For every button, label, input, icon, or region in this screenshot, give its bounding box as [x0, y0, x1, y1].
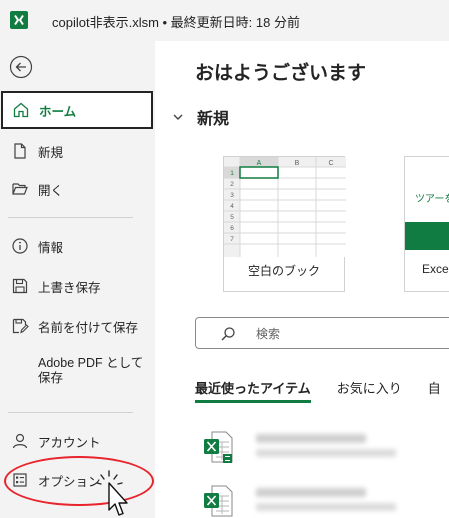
column-header: C: [328, 160, 333, 167]
blank-workbook-label: 空白のブック: [247, 264, 320, 278]
column-header: B: [295, 160, 300, 167]
sidebar-item-label: 開く: [38, 183, 64, 198]
tab-favorites[interactable]: お気に入り: [337, 378, 402, 401]
excel-logo-icon: [10, 11, 28, 29]
title-bar: copilot非表示.xlsm • 最終更新日時: 18 分前: [0, 0, 449, 41]
mouse-pointer-icon: [96, 470, 128, 516]
info-icon: [12, 238, 28, 254]
row-header: 7: [230, 236, 234, 243]
tab-shared[interactable]: 自: [428, 378, 441, 401]
divider: [8, 217, 133, 218]
tour-preview-banner: [405, 222, 449, 250]
sidebar-item-label: 新規: [38, 145, 64, 160]
window-title: copilot非表示.xlsm • 最終更新日時: 18 分前: [52, 15, 300, 30]
sidebar-item-home[interactable]: ホーム: [1, 91, 153, 129]
row-header: 6: [230, 225, 234, 232]
open-folder-icon: [12, 183, 28, 195]
recent-file-row[interactable]: [202, 484, 449, 518]
search-icon: [221, 327, 235, 341]
sidebar-item-label: 情報: [38, 240, 64, 255]
blurred-file-name: [256, 488, 366, 497]
back-arrow-icon[interactable]: [9, 55, 33, 79]
sidebar-item-save-as[interactable]: 名前を付けて保存: [0, 307, 155, 345]
excel-file-icon: [204, 431, 233, 463]
sidebar-item-label: 名前を付けて保存: [38, 320, 139, 335]
divider: [8, 412, 133, 413]
home-icon: [13, 102, 29, 118]
save-icon: [12, 278, 28, 294]
backstage-sidebar: ホーム 新規 開く 情報 上書き保存 名前を付けて保存 Adobe PDF とし…: [0, 41, 155, 518]
account-icon: [12, 433, 28, 449]
sidebar-item-label: 上書き保存: [38, 280, 101, 295]
greeting-heading: おはようございます: [195, 63, 367, 84]
excel-tour-label: Exce: [422, 262, 449, 276]
blurred-file-path: [256, 503, 396, 511]
sidebar-item-new[interactable]: 新規: [0, 132, 155, 170]
sidebar-item-label: ホーム: [39, 104, 77, 119]
search-box[interactable]: [195, 317, 449, 349]
tour-preview-text: ツアーを: [415, 194, 449, 205]
excel-file-icon: [204, 485, 233, 517]
sidebar-item-info[interactable]: 情報: [0, 227, 155, 265]
chevron-down-icon: [173, 114, 183, 120]
column-header: A: [257, 160, 262, 167]
sidebar-item-open[interactable]: 開く: [0, 170, 155, 208]
new-document-icon: [14, 143, 26, 159]
search-input[interactable]: [256, 325, 449, 343]
row-header: 1: [230, 170, 234, 177]
row-header: 5: [230, 214, 234, 221]
backstage-home: おはようございます 新規 A B C 1 2 3 4 5 6 7 空白のブック …: [155, 41, 449, 518]
tab-recent[interactable]: 最近使ったアイテム: [195, 378, 311, 403]
blank-workbook-thumbnail: A B C 1 2 3 4 5 6 7: [224, 157, 346, 257]
recent-file-row[interactable]: [202, 430, 449, 470]
blurred-file-name: [256, 434, 366, 443]
new-section-header[interactable]: 新規: [171, 105, 229, 129]
row-header: 4: [230, 203, 234, 210]
row-header: 2: [230, 181, 234, 188]
sidebar-item-label: アカウント: [38, 435, 101, 450]
sidebar-item-label: Adobe PDF として保存: [38, 356, 144, 385]
sidebar-item-account[interactable]: アカウント: [0, 422, 155, 460]
blurred-file-path: [256, 449, 396, 457]
file-list-tabs: 最近使ったアイテム お気に入り 自: [195, 378, 441, 403]
new-section-title: 新規: [197, 111, 230, 128]
row-header: 3: [230, 192, 234, 199]
sidebar-item-save-adobe-pdf[interactable]: Adobe PDF として保存: [0, 348, 155, 398]
save-as-icon: [12, 318, 29, 334]
sidebar-item-save[interactable]: 上書き保存: [0, 267, 155, 305]
